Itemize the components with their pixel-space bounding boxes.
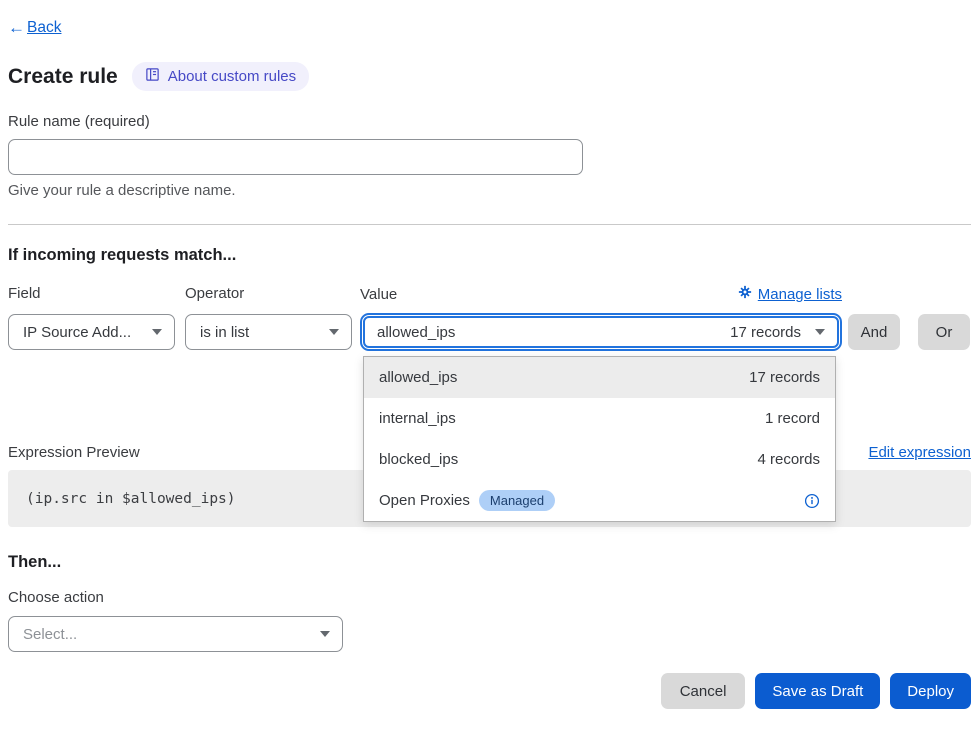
dropdown-option-blocked-ips[interactable]: blocked_ips 4 records <box>364 439 835 480</box>
dropdown-option-open-proxies[interactable]: Open Proxies Managed <box>364 480 835 521</box>
page-header: Create rule About custom rules <box>8 62 971 91</box>
info-icon[interactable] <box>804 493 820 509</box>
chevron-down-icon <box>329 329 339 335</box>
option-meta: 17 records <box>749 369 820 386</box>
value-select-meta: 17 records <box>730 324 801 341</box>
about-custom-rules-label: About custom rules <box>168 68 296 85</box>
dropdown-option-internal-ips[interactable]: internal_ips 1 record <box>364 398 835 439</box>
option-name: blocked_ips <box>379 451 458 468</box>
operator-select-value: is in list <box>200 324 249 341</box>
chevron-down-icon <box>320 631 330 637</box>
expression-preview-label: Expression Preview <box>8 444 140 461</box>
footer-actions: Cancel Save as Draft Deploy <box>8 673 971 709</box>
choose-action-label: Choose action <box>8 589 971 606</box>
back-link-label: Back <box>27 19 61 37</box>
option-name: internal_ips <box>379 410 456 427</box>
then-section-heading: Then... <box>8 553 971 572</box>
about-custom-rules-link[interactable]: About custom rules <box>132 62 309 91</box>
match-section-heading: If incoming requests match... <box>8 246 971 265</box>
and-button[interactable]: And <box>848 314 900 350</box>
create-rule-page: ← Back Create rule About custom rules Ru… <box>0 0 979 739</box>
match-controls-row: IP Source Add... is in list allowed_ips … <box>8 314 971 351</box>
back-link[interactable]: ← Back <box>8 18 61 38</box>
chevron-down-icon <box>152 329 162 335</box>
value-select-value: allowed_ips <box>377 324 455 341</box>
operator-select[interactable]: is in list <box>185 314 352 350</box>
rule-name-helper: Give your rule a descriptive name. <box>8 182 971 199</box>
gear-icon <box>738 285 752 303</box>
field-label: Field <box>8 285 185 303</box>
action-select-placeholder: Select... <box>23 626 77 643</box>
rule-name-input[interactable] <box>8 139 583 175</box>
book-icon <box>145 67 160 86</box>
match-labels-row: Field Operator Value <box>8 285 971 303</box>
section-divider <box>8 224 971 225</box>
rule-name-label: Rule name (required) <box>8 113 971 130</box>
edit-expression-link[interactable]: Edit expression <box>868 444 971 461</box>
chevron-down-icon <box>815 329 825 335</box>
cancel-button[interactable]: Cancel <box>661 673 746 709</box>
value-select-focus-ring: allowed_ips 17 records allowed_ips 17 re… <box>360 313 842 351</box>
action-select[interactable]: Select... <box>8 616 343 652</box>
expression-code: (ip.src in $allowed_ips) <box>26 491 236 507</box>
or-button[interactable]: Or <box>918 314 970 350</box>
operator-label: Operator <box>185 285 360 303</box>
list-dropdown: allowed_ips 17 records internal_ips 1 re… <box>363 356 836 522</box>
page-title: Create rule <box>8 65 118 89</box>
manage-lists-link[interactable]: Manage lists <box>738 285 842 303</box>
dropdown-option-allowed-ips[interactable]: allowed_ips 17 records <box>364 357 835 398</box>
deploy-button[interactable]: Deploy <box>890 673 971 709</box>
managed-badge: Managed <box>479 490 555 511</box>
manage-lists-label: Manage lists <box>758 286 842 303</box>
field-select[interactable]: IP Source Add... <box>8 314 175 350</box>
value-select[interactable]: allowed_ips 17 records <box>363 316 839 348</box>
option-name: Open Proxies <box>379 492 470 509</box>
option-meta: 4 records <box>757 451 820 468</box>
value-label: Value <box>360 286 397 303</box>
option-name: allowed_ips <box>379 369 457 386</box>
field-select-value: IP Source Add... <box>23 324 131 341</box>
save-as-draft-button[interactable]: Save as Draft <box>755 673 880 709</box>
back-arrow-icon: ← <box>8 18 25 38</box>
option-meta: 1 record <box>765 410 820 427</box>
